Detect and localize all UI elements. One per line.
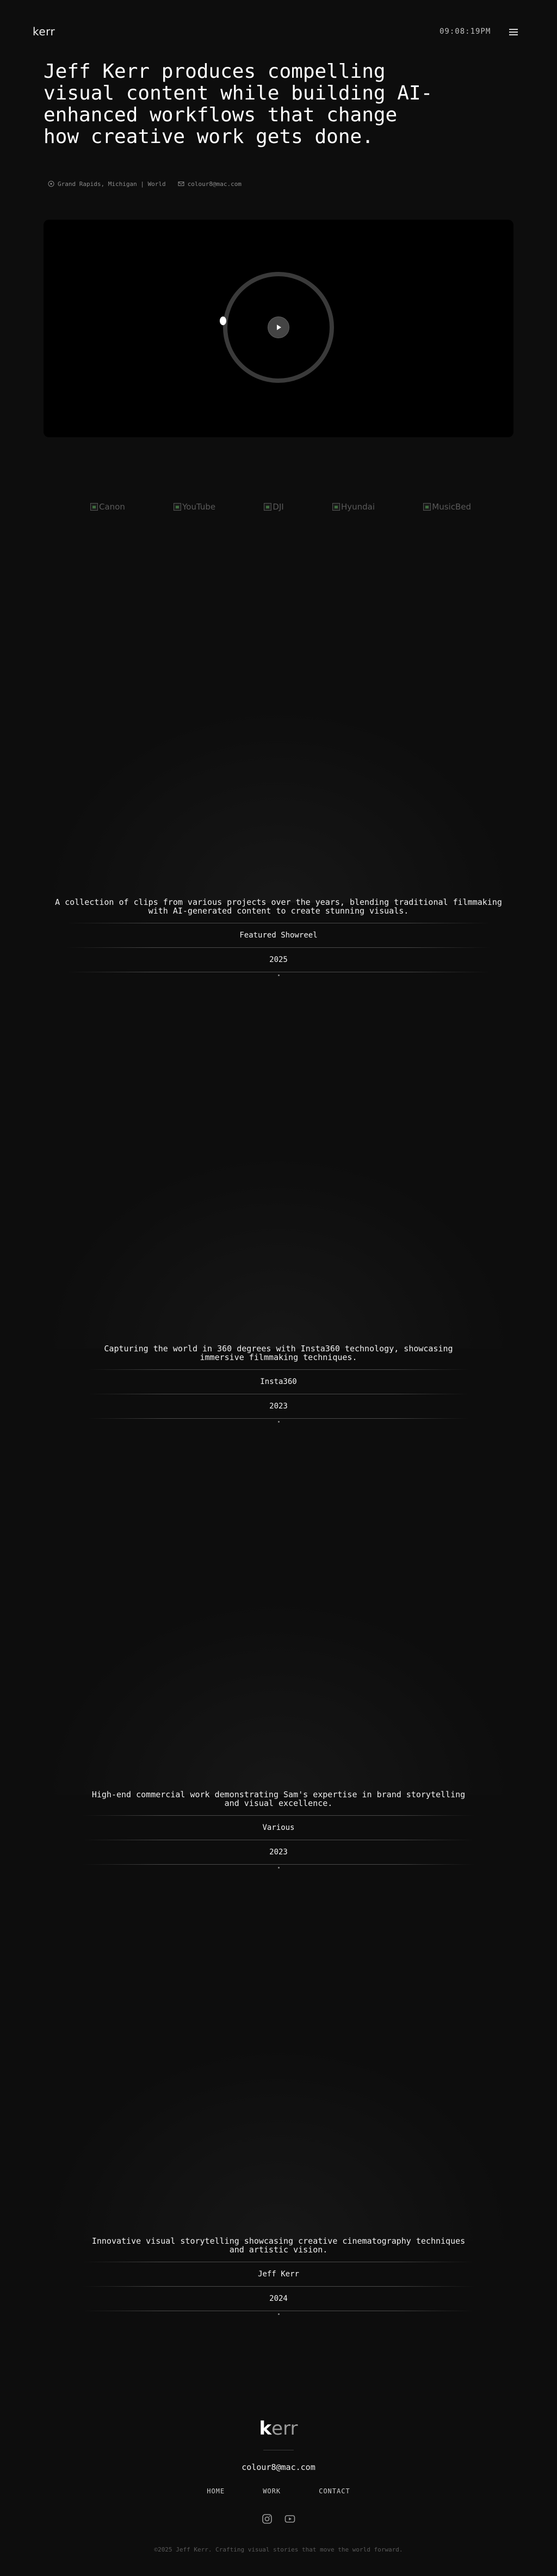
project-year: 2023	[269, 1402, 288, 1411]
project-media-area	[44, 707, 513, 903]
client-logo-youtube: YouTube	[174, 500, 215, 513]
hero-meta: Grand Rapids, Michigan | World colour8@m…	[48, 178, 242, 189]
divider	[88, 1418, 469, 1419]
youtube-icon[interactable]	[284, 2513, 295, 2524]
client-logos: Canon YouTube DJI Hyundai MusicBed	[90, 500, 471, 513]
project-description: High-end commercial work demonstrating S…	[91, 1790, 466, 1808]
divider	[83, 1815, 474, 1816]
location-text: Grand Rapids, Michigan | World	[58, 180, 166, 188]
project-client: Jeff Kerr	[258, 2270, 299, 2279]
client-logo-alt: MusicBed	[432, 502, 471, 512]
project-description: A collection of clips from various proje…	[55, 897, 502, 916]
footer-email-link[interactable]: colour8@mac.com	[0, 2462, 557, 2472]
project-card[interactable]: Capturing the world in 360 degrees with …	[0, 1344, 557, 1423]
client-logo-alt: Hyundai	[341, 502, 375, 512]
client-logo-canon: Canon	[90, 500, 125, 513]
footer-nav: HOME WORK CONTACT	[0, 2487, 557, 2495]
project-media-area	[44, 2045, 513, 2240]
ring-progress-dot	[220, 316, 226, 325]
footer-logo[interactable]: kerr	[0, 2418, 557, 2440]
site-header: kerr 09:08:19PM	[0, 0, 557, 65]
footer-nav-work[interactable]: WORK	[263, 2487, 281, 2495]
local-time-clock: 09:08:19PM	[440, 27, 491, 36]
project-client: Featured Showreel	[239, 931, 318, 940]
menu-button[interactable]	[508, 27, 519, 36]
project-year: 2023	[269, 1848, 288, 1857]
divider-dot	[277, 2313, 280, 2315]
project-media-area	[44, 1153, 513, 1349]
divider-dot	[277, 1867, 280, 1869]
footer-nav-home[interactable]: HOME	[207, 2487, 225, 2495]
divider	[88, 1369, 469, 1370]
project-description: Innovative visual storytelling showcasin…	[91, 2236, 466, 2255]
project-card[interactable]: High-end commercial work demonstrating S…	[0, 1790, 557, 1869]
broken-image-icon	[174, 503, 182, 511]
footer-logo-k: k	[259, 2418, 272, 2440]
showreel-video[interactable]	[44, 220, 513, 437]
project-media-area	[44, 1599, 513, 1795]
project-client: Various	[262, 1823, 295, 1832]
divider	[83, 1864, 474, 1865]
client-logo-musicbed: MusicBed	[423, 500, 471, 513]
project-description: Capturing the world in 360 degrees with …	[104, 1344, 453, 1362]
hero-title: Jeff Kerr produces compelling visual con…	[44, 60, 433, 148]
divider-dot	[277, 1421, 280, 1423]
location-info: Grand Rapids, Michigan | World	[48, 181, 166, 188]
instagram-icon[interactable]	[262, 2513, 273, 2524]
project-card[interactable]: Innovative visual storytelling showcasin…	[0, 2237, 557, 2315]
social-links	[0, 2513, 557, 2524]
divider	[66, 947, 491, 948]
site-logo[interactable]: kerr	[33, 25, 55, 38]
project-year: 2024	[269, 2294, 288, 2303]
broken-image-icon	[264, 503, 272, 511]
mail-icon	[178, 182, 184, 186]
play-button[interactable]	[268, 316, 289, 338]
email-link[interactable]: colour8@mac.com	[188, 181, 242, 188]
broken-image-icon	[423, 503, 431, 511]
email-info[interactable]: colour8@mac.com	[178, 181, 242, 188]
project-card[interactable]: A collection of clips from various proje…	[0, 898, 557, 976]
broken-image-icon	[90, 503, 98, 511]
divider	[83, 2286, 474, 2287]
hamburger-icon-bar	[509, 32, 518, 33]
footer-nav-contact[interactable]: CONTACT	[319, 2487, 350, 2495]
hamburger-icon-bar	[509, 29, 518, 30]
client-logo-alt: YouTube	[182, 502, 216, 512]
client-logo-alt: Canon	[99, 502, 125, 512]
divider-dot	[277, 974, 280, 976]
copyright-text: ©2025 Jeff Kerr. Crafting visual stories…	[154, 2546, 403, 2553]
pin-icon	[48, 181, 54, 187]
broken-image-icon	[332, 503, 340, 511]
client-logo-dji: DJI	[264, 500, 284, 513]
project-client: Insta360	[260, 1377, 297, 1386]
hamburger-icon-bar	[509, 34, 518, 35]
project-year: 2025	[269, 955, 288, 964]
client-logo-hyundai: Hyundai	[332, 500, 375, 513]
play-icon	[277, 325, 281, 330]
client-logo-alt: DJI	[273, 502, 284, 512]
footer-logo-rest: err	[271, 2418, 298, 2440]
